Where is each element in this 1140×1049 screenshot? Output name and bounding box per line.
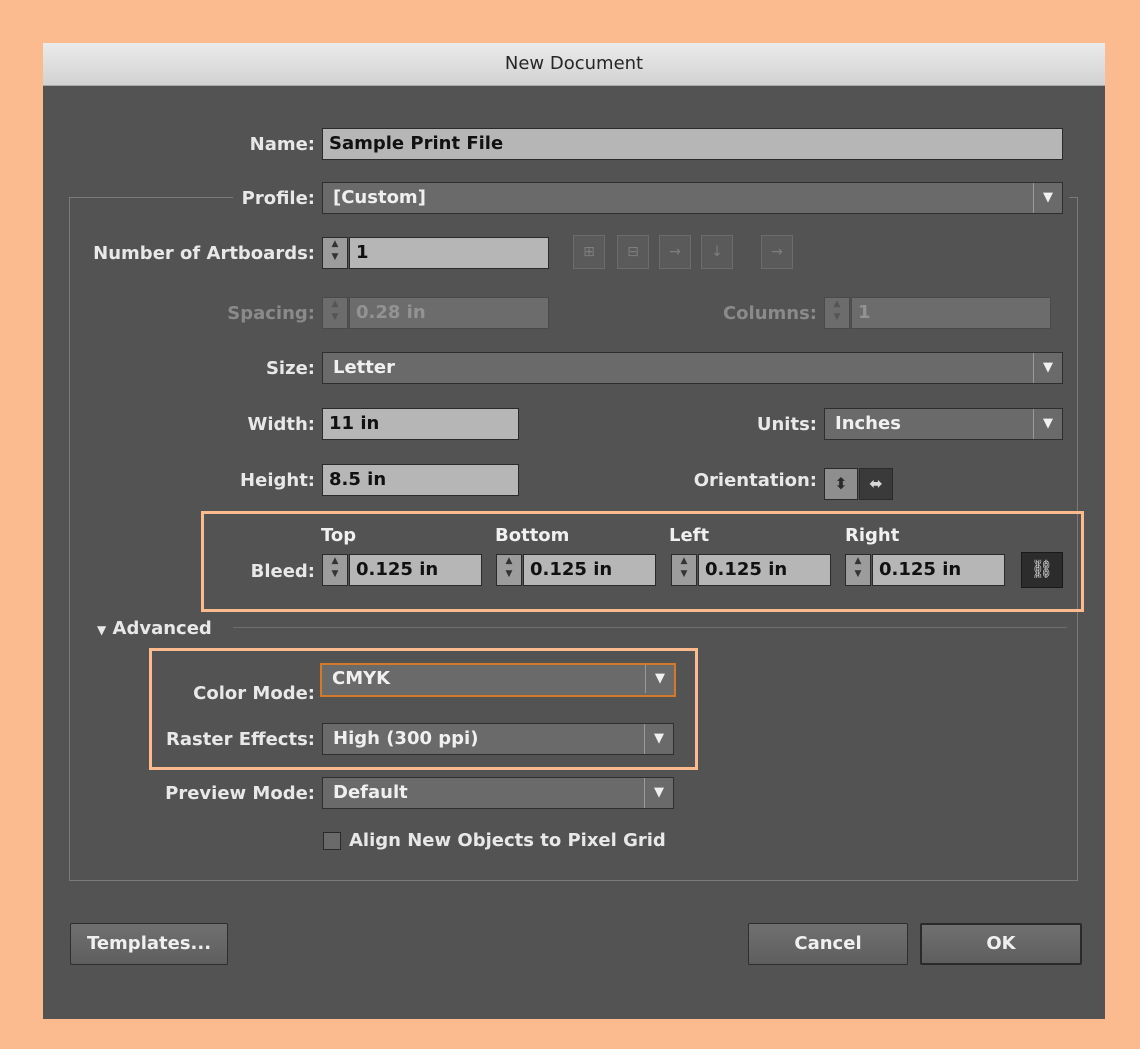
artboards-stepper[interactable]: ▲ ▼ [322, 237, 348, 269]
grid-by-column-icon[interactable]: ⊟ [617, 235, 649, 269]
columns-label: Columns: [722, 303, 817, 324]
dialog-title: New Document [43, 43, 1105, 86]
landscape-orientation-icon[interactable]: ⬌ [859, 468, 893, 500]
color-raster-highlight-box [149, 648, 698, 770]
right-to-left-icon[interactable]: → [761, 235, 793, 269]
profile-label: Profile: [241, 188, 315, 209]
artboards-label: Number of Artboards: [93, 243, 315, 264]
size-dropdown[interactable]: Letter ▼ [322, 352, 1063, 384]
grid-by-row-icon[interactable]: ⊞ [573, 235, 605, 269]
preview-mode-value: Default [333, 782, 408, 803]
align-pixel-grid-checkbox[interactable] [323, 832, 341, 850]
group-border [69, 880, 1078, 881]
arrange-by-column-icon[interactable]: ↓ [701, 235, 733, 269]
chevron-down-icon: ▼ [1033, 183, 1062, 213]
group-border [1069, 197, 1077, 198]
spacing-input[interactable]: 0.28 in [349, 297, 549, 329]
chevron-down-icon: ▼ [644, 778, 673, 808]
bleed-highlight-box [201, 511, 1084, 612]
cancel-button[interactable]: Cancel [748, 923, 908, 965]
preview-mode-label: Preview Mode: [165, 783, 315, 804]
height-label: Height: [240, 470, 315, 491]
units-dropdown[interactable]: Inches ▼ [824, 408, 1063, 440]
artboards-input[interactable]: 1 [349, 237, 549, 269]
portrait-orientation-icon[interactable]: ⬍ [824, 468, 858, 500]
size-value: Letter [333, 357, 395, 378]
chevron-down-icon: ▼ [1033, 353, 1062, 383]
name-input[interactable]: Sample Print File [322, 128, 1063, 160]
columns-stepper[interactable]: ▲ ▼ [824, 297, 850, 329]
units-label: Units: [756, 414, 817, 435]
size-label: Size: [265, 358, 315, 379]
chevron-down-icon: ▼ [1033, 409, 1062, 439]
arrange-by-row-icon[interactable]: → [659, 235, 691, 269]
group-border [69, 197, 70, 880]
orientation-label: Orientation: [693, 470, 817, 491]
advanced-disclosure[interactable]: ▼ Advanced [97, 618, 212, 641]
columns-input[interactable]: 1 [851, 297, 1051, 329]
disclosure-triangle-icon: ▼ [97, 623, 107, 637]
advanced-label: Advanced [112, 618, 212, 639]
name-label: Name: [249, 134, 315, 155]
width-label: Width: [247, 414, 315, 435]
advanced-divider [233, 627, 1067, 628]
ok-button[interactable]: OK [920, 923, 1082, 965]
align-pixel-grid-label: Align New Objects to Pixel Grid [349, 830, 666, 851]
templates-button[interactable]: Templates... [70, 923, 228, 965]
spacing-stepper[interactable]: ▲ ▼ [322, 297, 348, 329]
preview-mode-dropdown[interactable]: Default ▼ [322, 777, 674, 809]
profile-value: [Custom] [333, 187, 426, 208]
spacing-label: Spacing: [227, 303, 315, 324]
height-input[interactable]: 8.5 in [322, 464, 519, 496]
units-value: Inches [835, 413, 901, 434]
width-input[interactable]: 11 in [322, 408, 519, 440]
profile-dropdown[interactable]: [Custom] ▼ [322, 182, 1063, 214]
